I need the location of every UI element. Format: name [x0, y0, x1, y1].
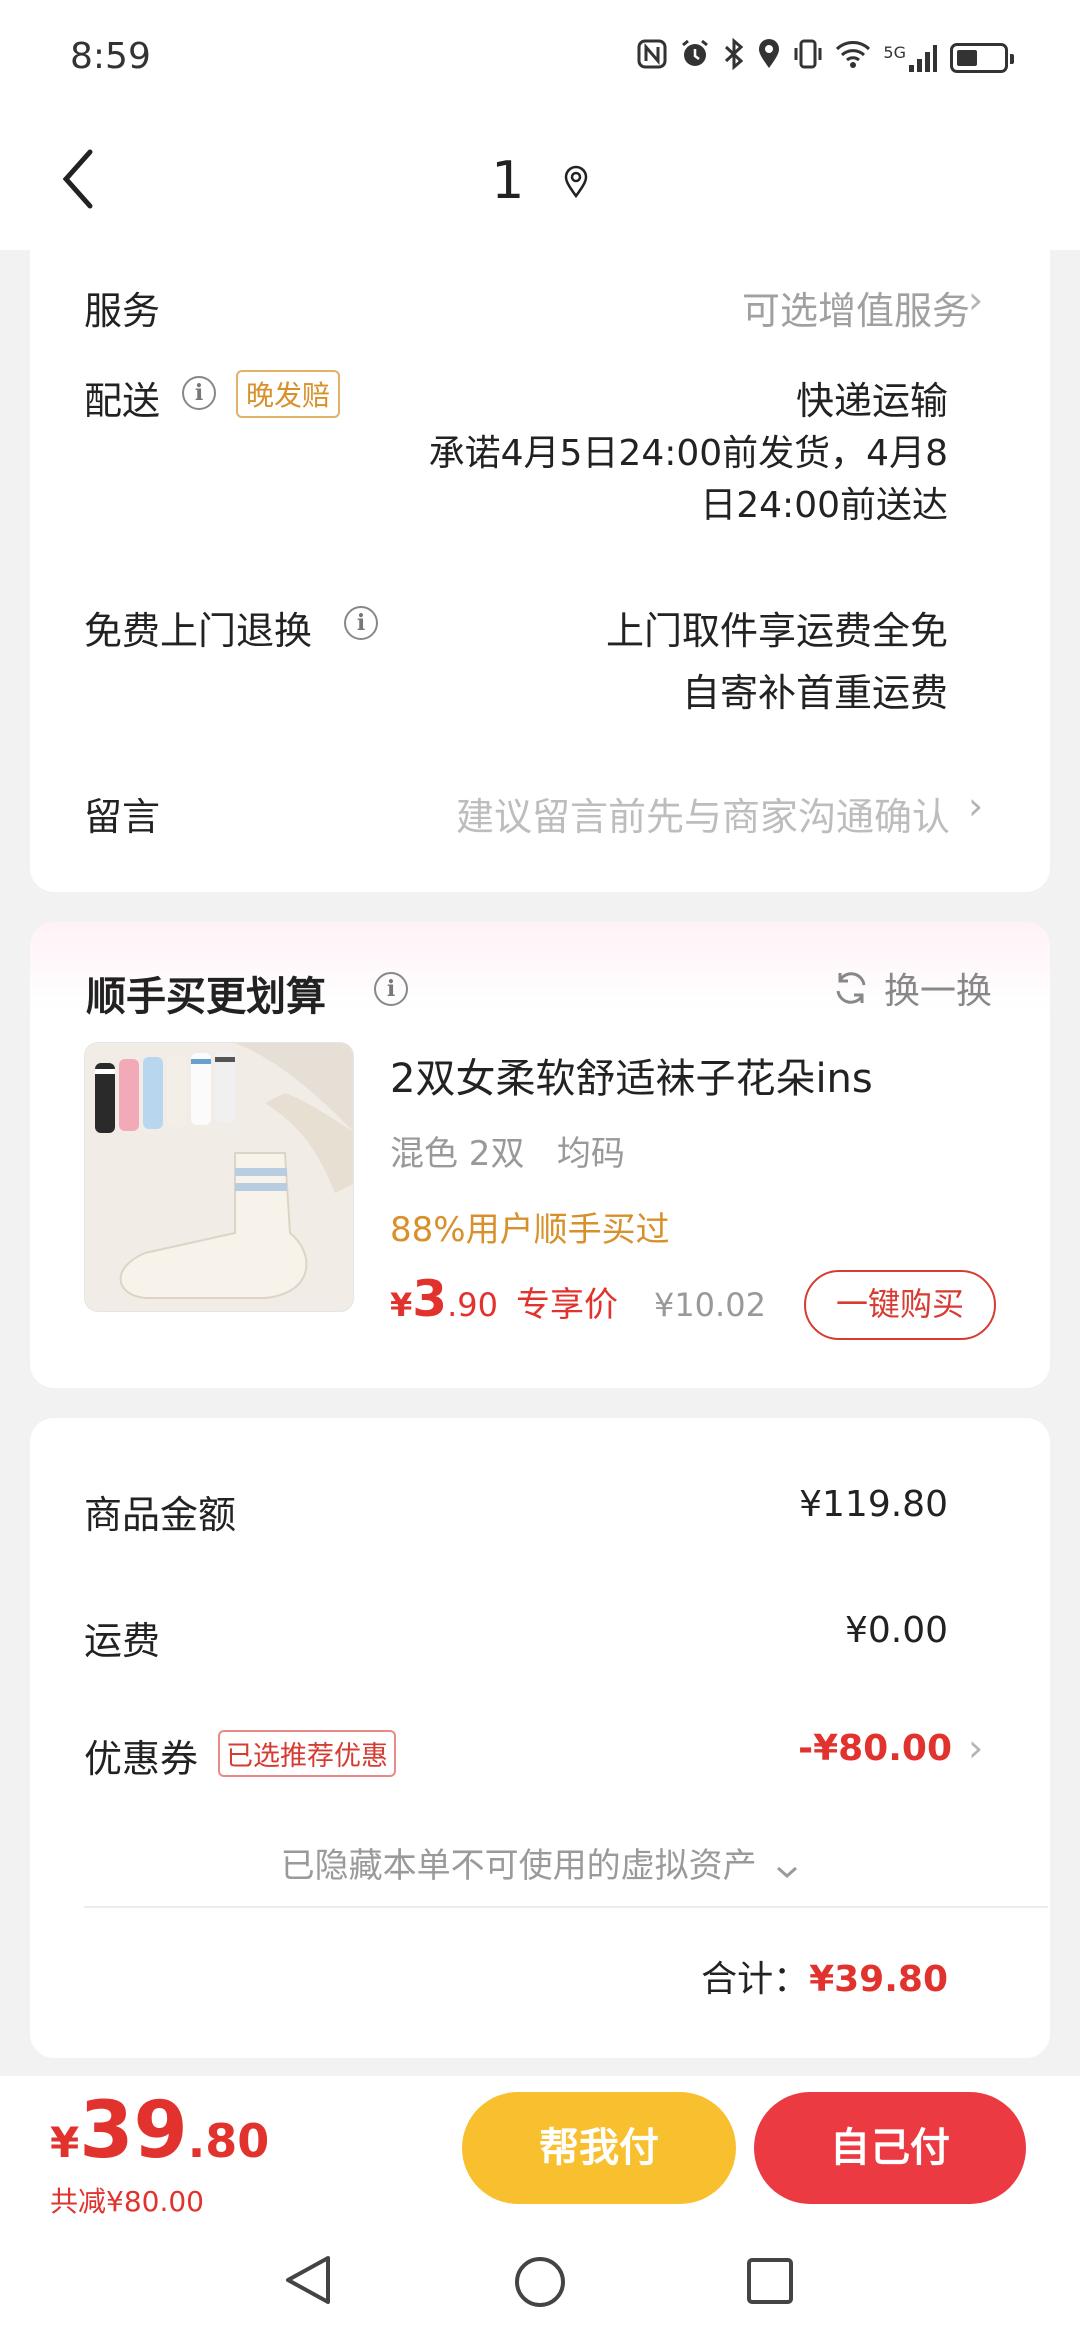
product-original-price: ¥10.02	[653, 1286, 766, 1324]
pay-myself-button[interactable]: 自己付	[754, 2092, 1026, 2204]
nav-recents-icon[interactable]	[745, 2256, 795, 2310]
delivery-promise-line1: 承诺4月5日24:00前发货，4月8	[428, 433, 948, 474]
total-row: 合计： ¥39.80	[701, 1950, 948, 2002]
product-price-label: 专享价	[515, 1285, 618, 1325]
coupon-value[interactable]: -¥80.00	[798, 1728, 952, 1769]
return-line2: 自寄补首重运费	[681, 671, 948, 715]
product-price-int: 3	[412, 1270, 448, 1328]
bottom-price-currency: ¥	[50, 2118, 80, 2167]
product-image[interactable]	[84, 1042, 354, 1312]
nav-back-icon[interactable]	[282, 2252, 334, 2312]
service-chevron-icon[interactable]: ›	[968, 278, 983, 322]
addon-title: 顺手买更划算	[86, 974, 326, 1020]
refresh-label: 换一换	[884, 971, 993, 1012]
goods-amount-value: ¥119.80	[799, 1484, 948, 1525]
product-price-dec: .90	[447, 1286, 498, 1324]
message-input[interactable]: 建议留言前先与商家沟通确认	[456, 786, 950, 841]
product-specs: 混色 2双 均码	[390, 1134, 625, 1174]
total-label: 合计：	[701, 1959, 810, 2000]
total-value: ¥39.80	[809, 1959, 948, 2000]
status-bar: 8:59 5G	[0, 0, 1080, 120]
location-pin-icon[interactable]	[563, 151, 589, 211]
nfc-icon	[637, 39, 667, 77]
help-me-pay-button[interactable]: 帮我付	[462, 2092, 736, 2204]
page-title: 1	[0, 148, 1080, 211]
bluetooth-icon	[723, 37, 745, 78]
service-value-text: 可选增值服务	[741, 289, 970, 333]
hidden-assets-text: 已隐藏本单不可使用的虚拟资产	[280, 1846, 757, 1886]
bottom-price-int: 39	[79, 2086, 188, 2176]
service-value[interactable]: 可选增值服务	[742, 280, 970, 335]
refresh-button[interactable]: 换一换	[832, 962, 992, 1014]
delivery-promise-line2: 日24:00前送达	[700, 485, 948, 526]
bottom-price: ¥ 39 .80	[50, 2086, 269, 2176]
return-line1: 上门取件享运费全免	[605, 609, 948, 653]
service-label: 服务	[84, 289, 161, 333]
coupon-chevron-icon[interactable]: ›	[968, 1726, 983, 1770]
delivery-label: 配送	[84, 379, 161, 423]
message-chevron-icon[interactable]: ›	[968, 784, 983, 828]
status-time: 8:59	[70, 36, 151, 77]
status-icons: 5G	[637, 37, 1014, 78]
shipping-value: ¥0.00	[844, 1610, 948, 1651]
product-price-currency: ¥	[390, 1286, 413, 1324]
alarm-icon	[679, 38, 711, 78]
product-name[interactable]: 2双女柔软舒适袜子花朵ins	[390, 1046, 873, 1104]
network-type: 5G	[883, 43, 906, 62]
addon-info-icon[interactable]: i	[374, 972, 408, 1006]
socks-picture	[85, 1043, 353, 1311]
wifi-icon	[835, 39, 871, 77]
return-label: 免费上门退换	[84, 609, 313, 653]
one-click-buy-button[interactable]: 一键购买	[804, 1270, 996, 1340]
refresh-icon	[836, 972, 866, 1004]
bottom-price-dec: .80	[187, 2114, 270, 2168]
chevron-down-icon	[775, 1848, 799, 1888]
back-button[interactable]	[60, 144, 120, 224]
vibrate-icon	[793, 38, 823, 78]
chevron-left-icon	[62, 149, 93, 209]
hidden-assets-toggle[interactable]: 已隐藏本单不可使用的虚拟资产	[0, 1838, 1080, 1888]
delivery-method: 快递运输	[795, 379, 948, 423]
coupon-label: 优惠券	[84, 1737, 199, 1781]
goods-amount-label: 商品金额	[84, 1493, 237, 1537]
message-placeholder: 建议留言前先与商家沟通确认	[455, 795, 950, 839]
message-label: 留言	[84, 795, 161, 839]
return-info-icon[interactable]: i	[344, 606, 378, 640]
page-title-text: 1	[491, 151, 525, 211]
delivery-info-icon[interactable]: i	[182, 376, 216, 410]
bottom-discount-text: 共减¥80.00	[50, 2185, 204, 2218]
shipping-label: 运费	[84, 1619, 161, 1663]
battery-icon	[950, 43, 1014, 73]
late-ship-tag: 晚发赔	[236, 370, 341, 418]
signal-icon: 5G	[883, 43, 938, 73]
coupon-tag: 已选推荐优惠	[218, 1730, 396, 1777]
location-status-icon	[757, 38, 781, 78]
product-social-proof: 88%用户顺手买过	[390, 1210, 670, 1250]
product-price: ¥ 3 .90 专享价 ¥10.02	[390, 1270, 766, 1328]
nav-home-icon[interactable]	[513, 2255, 567, 2313]
summary-divider	[84, 1906, 1048, 1908]
